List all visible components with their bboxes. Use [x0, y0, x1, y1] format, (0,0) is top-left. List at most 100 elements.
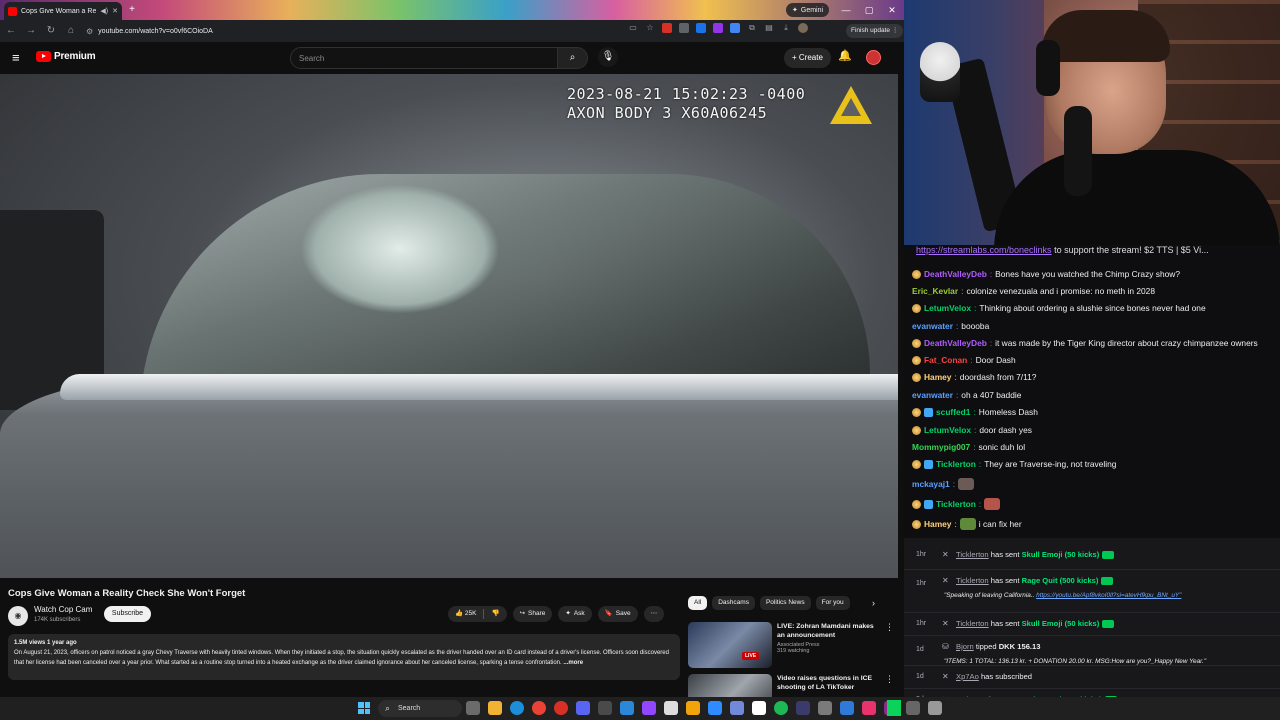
- discord-icon[interactable]: [576, 701, 590, 715]
- notifications-bell-icon[interactable]: 🔔: [838, 49, 852, 62]
- voice-search-button[interactable]: 🎙: [598, 47, 618, 67]
- obs-icon[interactable]: [664, 701, 678, 715]
- recommended-video[interactable]: Video raises questions in ICE shooting o…: [688, 674, 894, 697]
- recommendation-title[interactable]: Video raises questions in ICE shooting o…: [777, 674, 880, 692]
- extension-icon[interactable]: [696, 23, 706, 33]
- chat-username[interactable]: scuffed1: [936, 407, 970, 417]
- browser-tab[interactable]: Cops Give Woman a Reality ◀) ✕: [4, 2, 122, 20]
- chat-username[interactable]: LetumVelox: [924, 303, 971, 313]
- chip-all[interactable]: All: [688, 596, 708, 610]
- ask-button[interactable]: ✦ Ask: [558, 606, 592, 622]
- app-icon[interactable]: [840, 701, 854, 715]
- event-username[interactable]: Bjorn: [956, 642, 974, 651]
- tray-app-icon[interactable]: [887, 700, 901, 716]
- app-icon[interactable]: [620, 701, 634, 715]
- chat-username[interactable]: DeathValleyDeb: [924, 338, 987, 348]
- taskbar-search[interactable]: Search: [378, 700, 462, 717]
- chat-username[interactable]: evanwater: [912, 321, 953, 331]
- maximize-button[interactable]: ▢: [861, 2, 877, 18]
- twitch-icon[interactable]: [642, 701, 656, 715]
- create-button[interactable]: + Create: [784, 48, 831, 68]
- app-icon[interactable]: [818, 701, 832, 715]
- recommendation-title[interactable]: LIVE: Zohran Mamdani makes an announceme…: [777, 622, 880, 640]
- more-actions-button[interactable]: ⋯: [643, 606, 665, 622]
- event-username[interactable]: Ticklerton: [956, 619, 989, 628]
- finish-update-button[interactable]: Finish update ⋮: [846, 24, 904, 38]
- bookmark-star-icon[interactable]: ☆: [645, 23, 655, 33]
- chat-username[interactable]: Ticklerton: [936, 499, 976, 509]
- download-icon[interactable]: ⤓: [781, 23, 791, 33]
- description-box[interactable]: 1.5M views 1 year ago On August 21, 2023…: [8, 634, 680, 680]
- search-button[interactable]: ⌕: [558, 47, 588, 69]
- gemini-button[interactable]: ✦ Gemini: [786, 3, 830, 17]
- share-button[interactable]: ↪ Share: [512, 606, 553, 622]
- reload-button[interactable]: ↻: [42, 22, 60, 40]
- chat-username[interactable]: evanwater: [912, 390, 953, 400]
- app-icon[interactable]: [796, 701, 810, 715]
- like-button[interactable]: 👍 25K: [455, 606, 476, 622]
- app-icon[interactable]: [752, 701, 766, 715]
- speaker-icon[interactable]: ◀): [100, 7, 108, 15]
- app-icon[interactable]: [730, 701, 744, 715]
- edge-icon[interactable]: [510, 701, 524, 715]
- spotify-icon[interactable]: [774, 701, 788, 715]
- more-options-icon[interactable]: ⋮: [885, 674, 894, 697]
- file-explorer-icon[interactable]: [488, 701, 502, 715]
- event-username[interactable]: Xp7Ao: [956, 672, 979, 681]
- chip-for-you[interactable]: For you: [815, 596, 850, 610]
- folder-icon[interactable]: [686, 701, 700, 715]
- event-username[interactable]: Ticklerton: [956, 576, 989, 585]
- home-button[interactable]: ⌂: [62, 22, 80, 40]
- split-view-icon[interactable]: ▤: [764, 23, 774, 33]
- site-info-icon[interactable]: ⚙: [86, 27, 93, 36]
- youtube-logo[interactable]: Premium: [36, 51, 96, 62]
- chrome-icon[interactable]: [532, 701, 546, 715]
- extension-icon[interactable]: [679, 23, 689, 33]
- profile-avatar[interactable]: [798, 23, 808, 33]
- minimize-button[interactable]: —: [838, 2, 854, 18]
- channel-avatar[interactable]: ◉: [8, 606, 28, 626]
- app-icon[interactable]: [862, 701, 876, 715]
- cast-icon[interactable]: ▭: [628, 23, 638, 33]
- chat-username[interactable]: Hamey: [924, 372, 951, 382]
- video-thumbnail[interactable]: LIVE: [688, 622, 772, 668]
- recommended-video[interactable]: LIVE LIVE: Zohran Mamdani makes an annou…: [688, 622, 894, 668]
- event-username[interactable]: Ticklerton: [956, 550, 989, 559]
- chat-username[interactable]: Mommypig007: [912, 442, 970, 452]
- close-window-button[interactable]: ✕: [884, 2, 900, 18]
- more-options-icon[interactable]: ⋮: [885, 622, 894, 668]
- app-icon[interactable]: [598, 701, 612, 715]
- chip-politics-news[interactable]: Politics News: [759, 596, 811, 610]
- new-tab-button[interactable]: +: [126, 4, 138, 16]
- streamlabs-link[interactable]: https://streamlabs.com/boneclinks: [916, 245, 1052, 255]
- chevron-right-icon[interactable]: ›: [872, 598, 875, 608]
- extension-icon[interactable]: [662, 23, 672, 33]
- chat-username[interactable]: Eric_Kevlar: [912, 286, 958, 296]
- chat-username[interactable]: mckayaj1: [912, 479, 950, 489]
- forward-button[interactable]: →: [22, 22, 40, 40]
- save-button[interactable]: 🔖 Save: [597, 606, 638, 622]
- video-player[interactable]: 2023-08-21 15:02:23 -0400 AXON BODY 3 X60…: [0, 74, 898, 578]
- app-icon[interactable]: [708, 701, 722, 715]
- chat-username[interactable]: DeathValleyDeb: [924, 269, 987, 279]
- url-field[interactable]: ⚙ youtube.com/watch?v=o0vf6COioDA: [80, 23, 660, 39]
- dislike-icon[interactable]: 👎: [491, 606, 499, 622]
- account-avatar[interactable]: [866, 50, 881, 65]
- chrome-icon[interactable]: [554, 701, 568, 715]
- channel-name[interactable]: Watch Cop Cam: [34, 605, 92, 614]
- video-thumbnail[interactable]: [688, 674, 772, 697]
- back-button[interactable]: ←: [2, 22, 20, 40]
- chip-dashcams[interactable]: Dashcams: [712, 596, 755, 610]
- extension-icon[interactable]: [730, 23, 740, 33]
- show-more-link[interactable]: ...more: [563, 660, 583, 666]
- event-message-link[interactable]: https://youtu.be/Apf8vkoI0ll?si=atevHfkp…: [1036, 592, 1181, 599]
- app-icon[interactable]: [928, 701, 942, 715]
- tab-close-icon[interactable]: ✕: [112, 7, 118, 15]
- windows-start-icon[interactable]: [358, 702, 370, 714]
- extensions-puzzle-icon[interactable]: ⧉: [747, 23, 757, 33]
- extension-icon[interactable]: [713, 23, 723, 33]
- app-icon[interactable]: [906, 701, 920, 715]
- subscribe-button[interactable]: Subscribe: [104, 606, 151, 622]
- chat-username[interactable]: Fat_Conan: [924, 355, 967, 365]
- menu-icon[interactable]: ≡: [12, 51, 26, 65]
